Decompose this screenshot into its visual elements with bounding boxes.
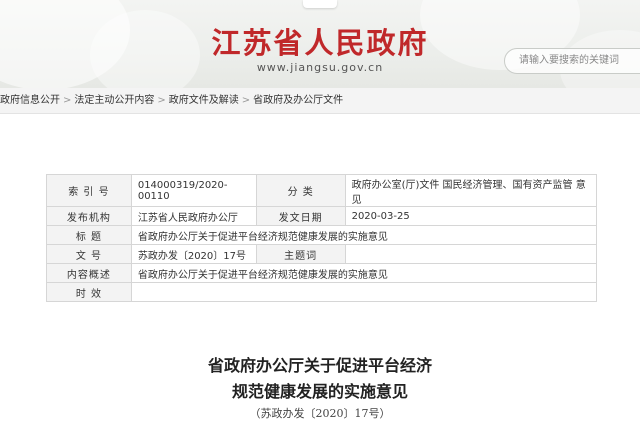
validity-value — [130, 282, 598, 302]
document-number: （苏政办发〔2020〕17号） — [249, 407, 391, 420]
breadcrumb: 政府信息公开 > 法定主动公开内容 > 政府文件及解读 > 省政府及办公厅文件 — [0, 88, 640, 114]
date-value: 2020-03-25 — [344, 206, 598, 226]
breadcrumb-item[interactable]: 政府信息公开 — [0, 95, 60, 106]
subject-value — [344, 244, 598, 264]
subject-label: 主题词 — [255, 244, 346, 264]
header-tab[interactable] — [303, 0, 337, 8]
index-value: 014000319/2020-00110 — [130, 174, 257, 207]
document-info-table: 索 引 号 014000319/2020-00110 分 类 政府办公室(厅)文… — [46, 174, 598, 302]
title-value: 省政府办公厅关于促进平台经济规范健康发展的实施意见 — [130, 225, 598, 245]
breadcrumb-item[interactable]: 政府文件及解读 — [169, 95, 239, 106]
document-title-line: 规范健康发展的实施意见 — [231, 382, 408, 401]
document-title: 省政府办公厅关于促进平台经济 规范健康发展的实施意见 — [0, 353, 640, 405]
category-label: 分 类 — [255, 174, 346, 207]
table-row: 时 效 — [46, 282, 598, 302]
table-row: 标 题 省政府办公厅关于促进平台经济规范健康发展的实施意见 — [46, 225, 598, 245]
search-input[interactable]: 请输入要搜索的关键词 — [504, 48, 640, 74]
table-row: 发布机构 江苏省人民政府办公厅 发文日期 2020-03-25 — [46, 206, 598, 226]
org-value: 江苏省人民政府办公厅 — [130, 206, 257, 226]
breadcrumb-separator: > — [63, 95, 72, 106]
table-row: 索 引 号 014000319/2020-00110 分 类 政府办公室(厅)文… — [46, 174, 598, 207]
org-label: 发布机构 — [46, 206, 132, 226]
date-label: 发文日期 — [255, 206, 346, 226]
breadcrumb-item[interactable]: 法定主动公开内容 — [74, 95, 154, 106]
summary-value: 省政府办公厅关于促进平台经济规范健康发展的实施意见 — [130, 263, 598, 283]
search-placeholder: 请输入要搜索的关键词 — [519, 55, 619, 66]
breadcrumb-separator: > — [241, 95, 251, 106]
docno-label: 文 号 — [46, 244, 132, 264]
summary-label: 内容概述 — [46, 263, 132, 283]
breadcrumb-item[interactable]: 省政府及办公厅文件 — [253, 95, 343, 106]
table-row: 内容概述 省政府办公厅关于促进平台经济规范健康发展的实施意见 — [46, 263, 598, 283]
title-label: 标 题 — [46, 225, 132, 245]
document-title-line: 省政府办公厅关于促进平台经济 — [207, 356, 432, 375]
category-value: 政府办公室(厅)文件 国民经济管理、国有资产监管 意见 — [344, 174, 598, 207]
site-header: 江苏省人民政府 www.jiangsu.gov.cn 请输入要搜索的关键词 — [0, 0, 640, 88]
table-row: 文 号 苏政办发〔2020〕17号 主题词 — [46, 244, 598, 264]
breadcrumb-separator: > — [157, 95, 166, 106]
index-label: 索 引 号 — [46, 174, 132, 207]
docno-value: 苏政办发〔2020〕17号 — [130, 244, 257, 264]
validity-label: 时 效 — [46, 282, 132, 302]
